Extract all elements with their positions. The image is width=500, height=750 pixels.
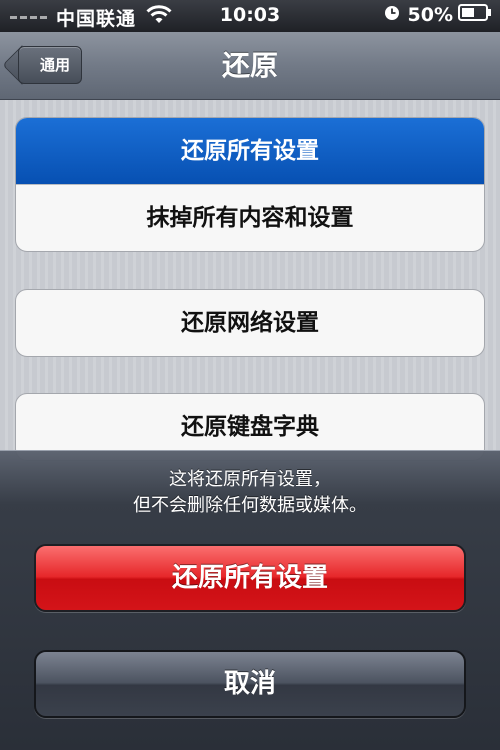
action-sheet: 这将还原所有设置， 但不会删除任何数据或媒体。 还原所有设置 取消 [0, 450, 500, 750]
back-button[interactable]: 通用 [18, 46, 82, 84]
status-right: 50% [384, 4, 492, 26]
reset-group-2: 还原网络设置 [15, 289, 485, 357]
battery-percentage: 50% [407, 4, 453, 26]
battery-icon [458, 4, 492, 26]
reset-all-settings-row[interactable]: 还原所有设置 [16, 118, 484, 184]
cancel-button[interactable]: 取消 [34, 650, 466, 718]
action-sheet-message-line1: 这将还原所有设置， [169, 469, 331, 490]
action-sheet-message: 这将还原所有设置， 但不会删除任何数据或媒体。 [0, 467, 500, 519]
navigation-bar: 还原 通用 [0, 32, 500, 100]
status-bar: 中国联通 10:03 50% [0, 0, 500, 32]
reset-group-1: 还原所有设置 抹掉所有内容和设置 [15, 117, 485, 252]
action-sheet-message-line2: 但不会删除任何数据或媒体。 [133, 495, 367, 516]
reset-network-settings-row[interactable]: 还原网络设置 [16, 290, 484, 356]
clock-icon [384, 4, 400, 26]
confirm-reset-button[interactable]: 还原所有设置 [34, 544, 466, 612]
erase-all-content-row[interactable]: 抹掉所有内容和设置 [16, 184, 484, 251]
settings-list: 还原所有设置 抹掉所有内容和设置 还原网络设置 还原键盘字典 [0, 100, 500, 461]
